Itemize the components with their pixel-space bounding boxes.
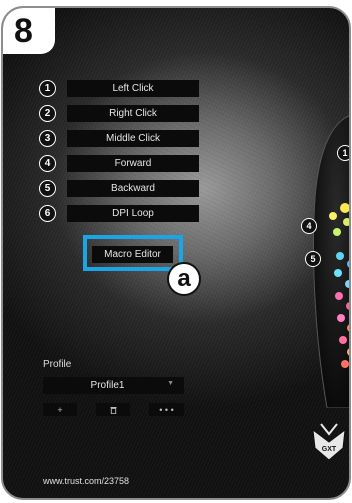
- middle-click-button[interactable]: Middle Click: [67, 130, 199, 147]
- delete-profile-button[interactable]: [96, 403, 130, 416]
- button-number: 1: [39, 80, 56, 97]
- button-number: 6: [39, 205, 56, 222]
- profile-dropdown[interactable]: Profile1 ▼: [43, 377, 184, 394]
- support-url: www.trust.com/23758: [43, 476, 130, 486]
- button-number: 2: [39, 105, 56, 122]
- left-click-button[interactable]: Left Click: [67, 80, 199, 97]
- instruction-card: 8 1 Left Click 2 Right Click 3 Middle Cl…: [1, 6, 351, 500]
- more-options-label: • • •: [159, 404, 174, 415]
- profile-label: Profile: [43, 359, 72, 370]
- macro-editor-button[interactable]: Macro Editor: [92, 246, 173, 263]
- triangle-down-icon: ▼: [167, 380, 174, 387]
- button-number: 3: [39, 130, 56, 147]
- backward-button[interactable]: Backward: [67, 180, 199, 197]
- logo-text: GXT: [322, 446, 337, 453]
- add-profile-label: +: [57, 404, 63, 415]
- step-badge: 8: [3, 8, 55, 54]
- mouse-callout-1: 1: [337, 145, 349, 161]
- forward-button[interactable]: Forward: [67, 155, 199, 172]
- callout-a-badge: a: [167, 262, 201, 296]
- step-number: 8: [14, 12, 33, 50]
- right-click-button[interactable]: Right Click: [67, 105, 199, 122]
- dpi-loop-button[interactable]: DPI Loop: [67, 205, 199, 222]
- mouse-callout-4: 4: [301, 218, 317, 234]
- more-options-button[interactable]: • • •: [149, 403, 184, 416]
- trash-icon: [110, 406, 116, 414]
- gxt-logo: GXT: [312, 423, 346, 461]
- add-profile-button[interactable]: +: [43, 403, 77, 416]
- profile-selected-value: Profile1: [90, 380, 125, 391]
- button-number: 4: [39, 155, 56, 172]
- button-number: 5: [39, 180, 56, 197]
- mouse-callout-5: 5: [305, 251, 321, 267]
